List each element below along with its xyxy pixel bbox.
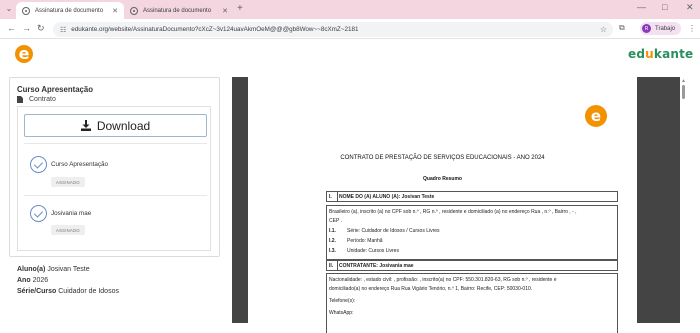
ano-label: Ano <box>17 277 31 284</box>
star-icon[interactable]: ☆ <box>600 25 607 34</box>
section-label: NOME DO (A) ALUNO (A): Josivan Teste <box>339 194 435 200</box>
serie-value: Cuidador de Idosos <box>58 288 119 295</box>
section-header: II. CONTRATANTE: Josivania mae <box>326 260 618 271</box>
tab-label: Assinatura de documento <box>35 7 104 14</box>
download-label: Download <box>96 118 151 133</box>
aluno-label: Aluno(a) <box>17 266 46 273</box>
signer-item: Josivania mae <box>30 205 91 222</box>
section-header: I. NOME DO (A) ALUNO (A): Josivan Teste <box>326 191 618 202</box>
logo-letter: e <box>18 44 30 63</box>
section-number: I. <box>329 194 332 200</box>
student-details-line: Brasileiro (a), inscrito (a) no CPF sob … <box>329 209 577 215</box>
page-scrollbar[interactable]: ▲ <box>680 77 688 323</box>
contractor-details-line: Nacionalidade: , estado civil: , profiss… <box>329 277 557 283</box>
whatsapp-label: WhatsApp: <box>329 310 354 316</box>
scroll-up-icon[interactable]: ▲ <box>681 78 686 84</box>
document-title: CONTRATO DE PRESTAÇÃO DE SERVIÇOS EDUCAC… <box>340 155 545 161</box>
site-header <box>0 40 700 70</box>
item-number: I.2. <box>329 238 336 244</box>
signer-name: Josivania mae <box>51 210 92 217</box>
signer-name: Curso Apresentação <box>51 161 109 168</box>
close-tab-icon[interactable]: ✕ <box>112 7 118 15</box>
url-text: edukante.org/website/AssinaturaDocumento… <box>71 26 359 33</box>
globe-icon <box>22 6 30 15</box>
document-label: Contrato <box>29 96 56 103</box>
address-bar[interactable]: ☷ edukante.org/website/AssinaturaDocumen… <box>53 22 613 37</box>
section-label: CONTRATANTE: Josivania mae <box>339 263 414 269</box>
item-text: Período: Manhã <box>347 238 383 244</box>
maximize-button[interactable]: □ <box>662 2 667 12</box>
table-divider <box>337 261 338 270</box>
document-panel: Curso Apresentação Contrato Download Cur… <box>9 77 220 257</box>
course-title: Curso Apresentação <box>17 85 93 94</box>
course-line: Série/Curso Cuidador de Idosos <box>17 288 119 295</box>
signer-item: Curso Apresentação <box>30 156 108 173</box>
item-text: Unidade: Cursos Livres <box>347 248 399 254</box>
status-badge: ASSINADO <box>51 177 85 187</box>
kebab-icon[interactable]: ⋮ <box>688 24 696 33</box>
table-divider <box>337 192 338 201</box>
brand-part: ed <box>628 47 646 61</box>
student-name-line: Aluno(a) Josivan Teste <box>17 266 90 273</box>
item-number: I.3. <box>329 248 336 254</box>
download-icon <box>80 120 91 131</box>
globe-icon <box>130 6 138 15</box>
check-circle-icon <box>30 205 47 222</box>
puzzle-icon[interactable]: ⧉ <box>619 23 625 33</box>
tune-icon[interactable]: ☷ <box>60 26 66 34</box>
signature-box: Download Curso Apresentação ASSINADO Jos… <box>17 106 211 251</box>
download-button[interactable]: Download <box>24 114 207 137</box>
forward-arrow-icon[interactable]: → <box>22 23 31 33</box>
scrollbar-thumb[interactable] <box>682 85 685 99</box>
contractor-details-line: domiciliado(a) no endereço Rua Rua Vigár… <box>329 286 533 292</box>
document-page[interactable]: e CONTRATO DE PRESTAÇÃO DE SERVIÇOS EDUC… <box>248 77 637 333</box>
tab-search-icon[interactable]: ⌄ <box>4 4 14 14</box>
back-arrow-icon[interactable]: ← <box>7 23 16 33</box>
brand-part: u <box>645 47 654 61</box>
browser-toolbar: ← → ↻ ☷ edukante.org/website/AssinaturaD… <box>0 19 700 39</box>
student-details-line: CEP . <box>329 218 342 224</box>
ano-value: 2026 <box>32 277 49 284</box>
document-logo-icon: e <box>585 105 607 127</box>
divider <box>24 143 207 144</box>
avatar: R <box>642 24 651 33</box>
aluno-value: Josivan Teste <box>47 266 90 273</box>
check-circle-icon <box>30 156 47 173</box>
close-window-button[interactable]: ✕ <box>686 2 694 13</box>
profile-label: Trabajo <box>655 25 676 32</box>
status-badge: ASSINADO <box>51 225 85 235</box>
file-icon <box>17 96 23 103</box>
close-tab-icon[interactable]: ✕ <box>222 7 228 15</box>
brand-wordmark[interactable]: edukante <box>628 47 693 61</box>
divider <box>24 195 207 196</box>
phone-label: Telefone(s): <box>329 298 356 304</box>
section-body: Brasileiro (a), inscrito (a) no CPF sob … <box>326 205 618 260</box>
minimize-button[interactable]: — <box>637 2 646 12</box>
reload-icon[interactable]: ↻ <box>37 23 45 34</box>
tab-label: Assinatura de documento <box>143 7 212 14</box>
new-tab-plus-icon[interactable]: + <box>237 3 243 14</box>
tab-assinatura[interactable]: Assinatura de documento ✕ <box>124 2 234 19</box>
year-line: Ano 2026 <box>17 277 48 284</box>
item-text: Série: Cuidador de Idosos / Cursos Livre… <box>347 228 440 234</box>
serie-label: Série/Curso <box>17 288 57 295</box>
edukante-logo-icon[interactable]: e <box>15 45 33 63</box>
document-subtitle: Quadro Resumo <box>423 176 462 182</box>
brand-part: kante <box>653 47 694 61</box>
item-number: I.1. <box>329 228 336 234</box>
tab-assinatura-active[interactable]: Assinatura de documento ✕ <box>16 2 124 19</box>
section-body: Nacionalidade: , estado civil: , profiss… <box>326 273 618 333</box>
document-type: Contrato <box>17 96 56 103</box>
profile-button[interactable]: R Trabajo <box>640 22 682 35</box>
section-number: II. <box>329 263 334 269</box>
browser-tab-strip: ⌄ Assinatura de documento ✕ Assinatura d… <box>0 0 700 19</box>
logo-letter: e <box>590 106 602 125</box>
